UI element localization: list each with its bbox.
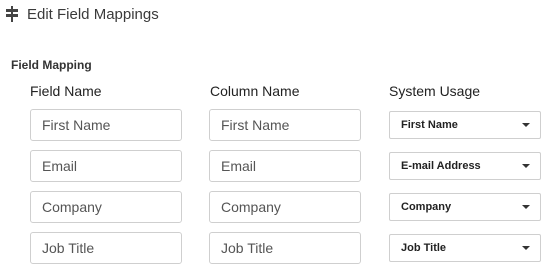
system-usage-select[interactable]: First Name xyxy=(389,111,541,139)
caret-down-icon xyxy=(522,246,530,250)
field-name-input[interactable]: Email xyxy=(30,150,182,182)
column-name-input[interactable]: Email xyxy=(209,150,361,182)
page-title: Edit Field Mappings xyxy=(27,5,159,23)
column-header-column-name: Column Name xyxy=(210,83,300,99)
caret-down-icon xyxy=(522,205,530,209)
system-usage-value: First Name xyxy=(401,119,458,131)
section-title: Field Mapping xyxy=(11,58,92,72)
field-name-input[interactable]: Job Title xyxy=(30,232,182,264)
column-header-system-usage: System Usage xyxy=(389,83,481,99)
system-usage-value: Job Title xyxy=(401,242,447,254)
column-name-input[interactable]: First Name xyxy=(209,109,361,141)
field-name-input[interactable]: Company xyxy=(30,191,182,223)
mapping-row: Company Company Company xyxy=(0,191,550,223)
column-name-input[interactable]: Job Title xyxy=(209,232,361,264)
caret-down-icon xyxy=(522,164,530,168)
system-usage-select[interactable]: E-mail Address xyxy=(389,152,541,180)
signpost-icon xyxy=(4,6,20,22)
system-usage-value: Company xyxy=(401,201,452,213)
caret-down-icon xyxy=(522,123,530,127)
system-usage-value: E-mail Address xyxy=(401,160,481,172)
system-usage-select[interactable]: Job Title xyxy=(389,234,541,262)
field-name-input[interactable]: First Name xyxy=(30,109,182,141)
column-name-input[interactable]: Company xyxy=(209,191,361,223)
mapping-row: Email Email E-mail Address xyxy=(0,150,550,182)
mapping-row: First Name First Name First Name xyxy=(0,109,550,141)
panel-header: Edit Field Mappings xyxy=(4,3,159,25)
system-usage-select[interactable]: Company xyxy=(389,193,541,221)
mapping-row: Job Title Job Title Job Title xyxy=(0,232,550,264)
column-header-field-name: Field Name xyxy=(30,83,102,99)
edit-field-mappings-panel: Edit Field Mappings Field Mapping Field … xyxy=(0,0,550,272)
